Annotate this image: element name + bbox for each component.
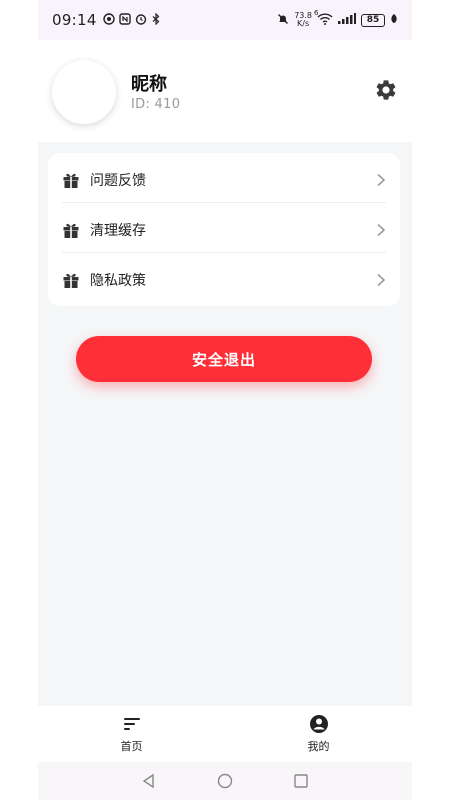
menu-item-privacy-policy[interactable]: 隐私政策 (62, 257, 386, 303)
battery-indicator: 85 (361, 13, 385, 27)
nickname: 昵称 (131, 74, 167, 95)
menu-item-label: 问题反馈 (90, 172, 146, 189)
net-speed-unit: K/s (297, 19, 310, 28)
user-circle-icon (309, 715, 328, 733)
recents-square-icon[interactable] (293, 773, 309, 789)
menu-item-label: 清理缓存 (90, 222, 146, 239)
settings-gear-icon[interactable] (374, 78, 398, 102)
profile-header: 昵称 ID: 410 (38, 40, 412, 142)
mute-bell-icon (277, 13, 289, 28)
bottom-tabbar: 首页 我的 (38, 706, 412, 762)
status-right: 73.8 K/s 6 85 (277, 9, 398, 28)
avatar[interactable] (52, 60, 116, 124)
gift-icon (63, 223, 79, 238)
status-time: 09:14 (52, 11, 97, 29)
net-speed: 73.8 K/s (294, 12, 312, 28)
back-triangle-icon[interactable] (141, 773, 157, 789)
chevron-right-icon (377, 273, 386, 287)
gift-icon (63, 273, 79, 288)
tab-mine[interactable]: 我的 (225, 706, 412, 762)
nfc-icon (119, 12, 131, 28)
menu-item-label: 隐私政策 (90, 273, 146, 289)
logout-button[interactable]: 安全退出 (76, 336, 372, 382)
menu-item-feedback[interactable]: 问题反馈 (62, 157, 386, 203)
hd-icon (103, 12, 115, 28)
wifi-label: 6 (314, 8, 319, 17)
tab-label: 我的 (307, 740, 330, 753)
wifi-icon: 6 (314, 9, 333, 28)
menu-lines-icon (123, 718, 140, 730)
home-circle-icon[interactable] (217, 773, 233, 789)
status-left-icons (103, 12, 161, 28)
tab-home[interactable]: 首页 (38, 706, 225, 762)
signal-icon (338, 13, 356, 27)
leaf-icon (390, 13, 398, 27)
bluetooth-icon (151, 12, 161, 28)
system-nav-bar (38, 762, 412, 800)
user-id: ID: 410 (131, 97, 181, 112)
chevron-right-icon (377, 223, 386, 236)
menu-item-clear-cache[interactable]: 清理缓存 (62, 207, 386, 253)
status-bar: 09:14 73.8 K/s 6 85 (38, 0, 412, 40)
alarm-icon (135, 13, 147, 28)
gift-icon (63, 173, 79, 188)
tab-label: 首页 (120, 740, 143, 753)
chevron-right-icon (377, 173, 386, 186)
app-screen: 09:14 73.8 K/s 6 85 昵称 ID: 410 问题反馈 清理缓存… (38, 0, 412, 800)
menu-card: 问题反馈 清理缓存 隐私政策 (48, 153, 400, 306)
